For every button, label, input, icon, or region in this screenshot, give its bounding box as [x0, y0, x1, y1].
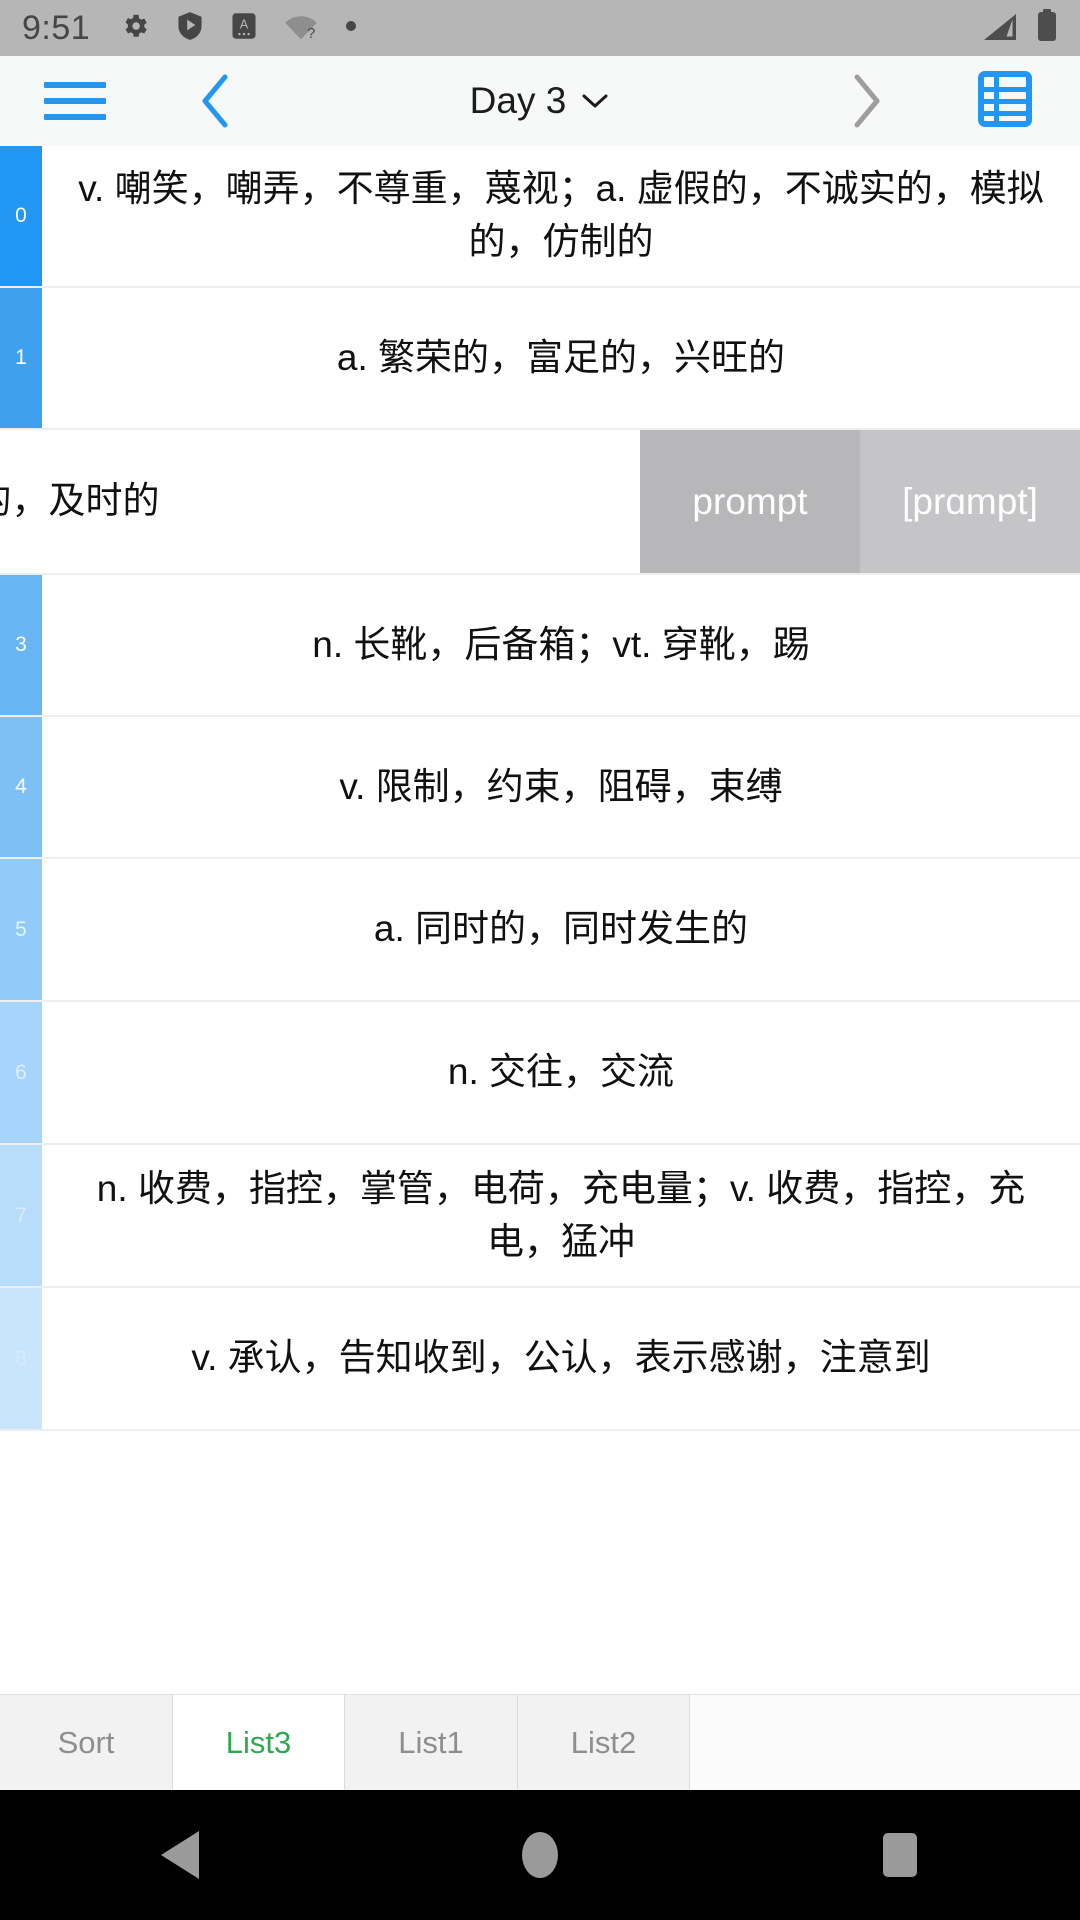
- battery-icon: [1036, 8, 1058, 48]
- list-item-swiped[interactable]: 2 . 迅速的，及时的 prompt [prɑmpt]: [0, 430, 1080, 575]
- row-text: n. 交往，交流: [447, 1051, 675, 1093]
- back-triangle-icon: [161, 1831, 199, 1879]
- chevron-down-icon: [580, 91, 610, 111]
- row-index: 6: [0, 1002, 42, 1143]
- day-title-button[interactable]: Day 3: [280, 56, 800, 146]
- chevron-left-icon: [195, 71, 235, 131]
- row-content[interactable]: v. 嘲笑，嘲弄，不尊重，蔑视；a. 虚假的，不诚实的，模拟的，仿制的: [42, 146, 1080, 286]
- svg-text:A: A: [240, 17, 249, 31]
- status-clock: 9:51: [22, 8, 91, 47]
- row-text: v. 嘲笑，嘲弄，不尊重，蔑视；a. 虚假的，不诚实的，模拟的，仿制的: [78, 168, 1044, 262]
- list-item[interactable]: 8 v. 承认，告知收到，公认，表示感谢，注意到: [0, 1288, 1080, 1431]
- row-content[interactable]: a. 繁荣的，富足的，兴旺的: [42, 288, 1080, 428]
- row-text: v. 限制，约束，阻碍，束缚: [339, 765, 783, 807]
- nav-recents-button[interactable]: [810, 1790, 990, 1920]
- tab-list1[interactable]: List1: [345, 1695, 518, 1790]
- page-title: Day 3: [469, 80, 567, 121]
- row-index: 0: [0, 146, 42, 286]
- row-index: 5: [0, 859, 42, 1000]
- wifi-question-icon: ?: [284, 11, 318, 46]
- table-view-icon: [978, 70, 1032, 132]
- swipe-action-group: prompt [prɑmpt]: [640, 430, 1080, 573]
- hamburger-icon: [44, 72, 106, 130]
- list-item[interactable]: 5 a. 同时的，同时发生的: [0, 859, 1080, 1002]
- row-content[interactable]: n. 收费，指控，掌管，电荷，充电量；v. 收费，指控，充电，猛冲: [42, 1145, 1080, 1286]
- status-icons-left: A ?: [120, 11, 358, 46]
- gear-icon: [120, 11, 150, 46]
- tab-bar-filler: [690, 1695, 1080, 1790]
- list-item[interactable]: 3 n. 长靴，后备箱；vt. 穿靴，踢: [0, 575, 1080, 717]
- a-badge-icon: A: [230, 11, 258, 46]
- row-text: . 迅速的，及时的: [0, 480, 160, 522]
- row-index: 7: [0, 1145, 42, 1286]
- bottom-tab-bar: Sort List3 List1 List2: [0, 1694, 1080, 1790]
- word-list[interactable]: 0 v. 嘲笑，嘲弄，不尊重，蔑视；a. 虚假的，不诚实的，模拟的，仿制的 1 …: [0, 146, 1080, 1674]
- android-nav-bar: [0, 1790, 1080, 1920]
- nav-home-button[interactable]: [450, 1790, 630, 1920]
- tab-list2[interactable]: List2: [518, 1695, 690, 1790]
- status-icons-right: [982, 8, 1058, 48]
- recents-square-icon: [883, 1833, 917, 1877]
- next-day-button[interactable]: [800, 56, 930, 146]
- list-item[interactable]: 4 v. 限制，约束，阻碍，束缚: [0, 717, 1080, 859]
- table-view-button[interactable]: [930, 56, 1080, 146]
- tab-list3[interactable]: List3: [173, 1695, 345, 1790]
- signal-icon: [982, 10, 1018, 47]
- shield-play-icon: [176, 11, 204, 46]
- row-text: a. 繁荣的，富足的，兴旺的: [336, 336, 786, 378]
- list-item[interactable]: 7 n. 收费，指控，掌管，电荷，充电量；v. 收费，指控，充电，猛冲: [0, 1145, 1080, 1288]
- tab-sort[interactable]: Sort: [0, 1695, 173, 1790]
- row-text: v. 承认，告知收到，公认，表示感谢，注意到: [191, 1337, 931, 1379]
- row-index: 1: [0, 288, 42, 428]
- row-content[interactable]: n. 交往，交流: [42, 1002, 1080, 1143]
- row-content[interactable]: v. 承认，告知收到，公认，表示感谢，注意到: [42, 1288, 1080, 1429]
- row-content[interactable]: a. 同时的，同时发生的: [42, 859, 1080, 1000]
- svg-text:?: ?: [307, 26, 315, 41]
- menu-button[interactable]: [0, 56, 150, 146]
- list-item[interactable]: 0 v. 嘲笑，嘲弄，不尊重，蔑视；a. 虚假的，不诚实的，模拟的，仿制的: [0, 146, 1080, 288]
- previous-day-button[interactable]: [150, 56, 280, 146]
- status-bar: 9:51 A ?: [0, 0, 1080, 56]
- row-index: 4: [0, 717, 42, 857]
- dot-icon: [344, 19, 358, 38]
- row-text: n. 收费，指控，掌管，电荷，充电量；v. 收费，指控，充电，猛冲: [96, 1167, 1026, 1262]
- chevron-right-icon: [845, 71, 885, 131]
- nav-back-button[interactable]: [90, 1790, 270, 1920]
- swipe-action-word[interactable]: prompt: [640, 430, 860, 573]
- row-text: a. 同时的，同时发生的: [373, 908, 749, 950]
- row-text: n. 长靴，后备箱；vt. 穿靴，踢: [312, 623, 810, 665]
- home-circle-icon: [522, 1832, 558, 1878]
- list-item[interactable]: 1 a. 繁荣的，富足的，兴旺的: [0, 288, 1080, 430]
- list-item[interactable]: 6 n. 交往，交流: [0, 1002, 1080, 1145]
- swipe-action-phonetic[interactable]: [prɑmpt]: [860, 430, 1080, 573]
- row-index: 8: [0, 1288, 42, 1429]
- row-content[interactable]: n. 长靴，后备箱；vt. 穿靴，踢: [42, 575, 1080, 715]
- row-index: 3: [0, 575, 42, 715]
- app-toolbar: Day 3: [0, 56, 1080, 146]
- row-content[interactable]: v. 限制，约束，阻碍，束缚: [42, 717, 1080, 857]
- app-root: 9:51 A ? Day 3 0 v. 嘲笑，嘲弄，不尊重，蔑视；a. 虚假的，…: [0, 0, 1080, 1920]
